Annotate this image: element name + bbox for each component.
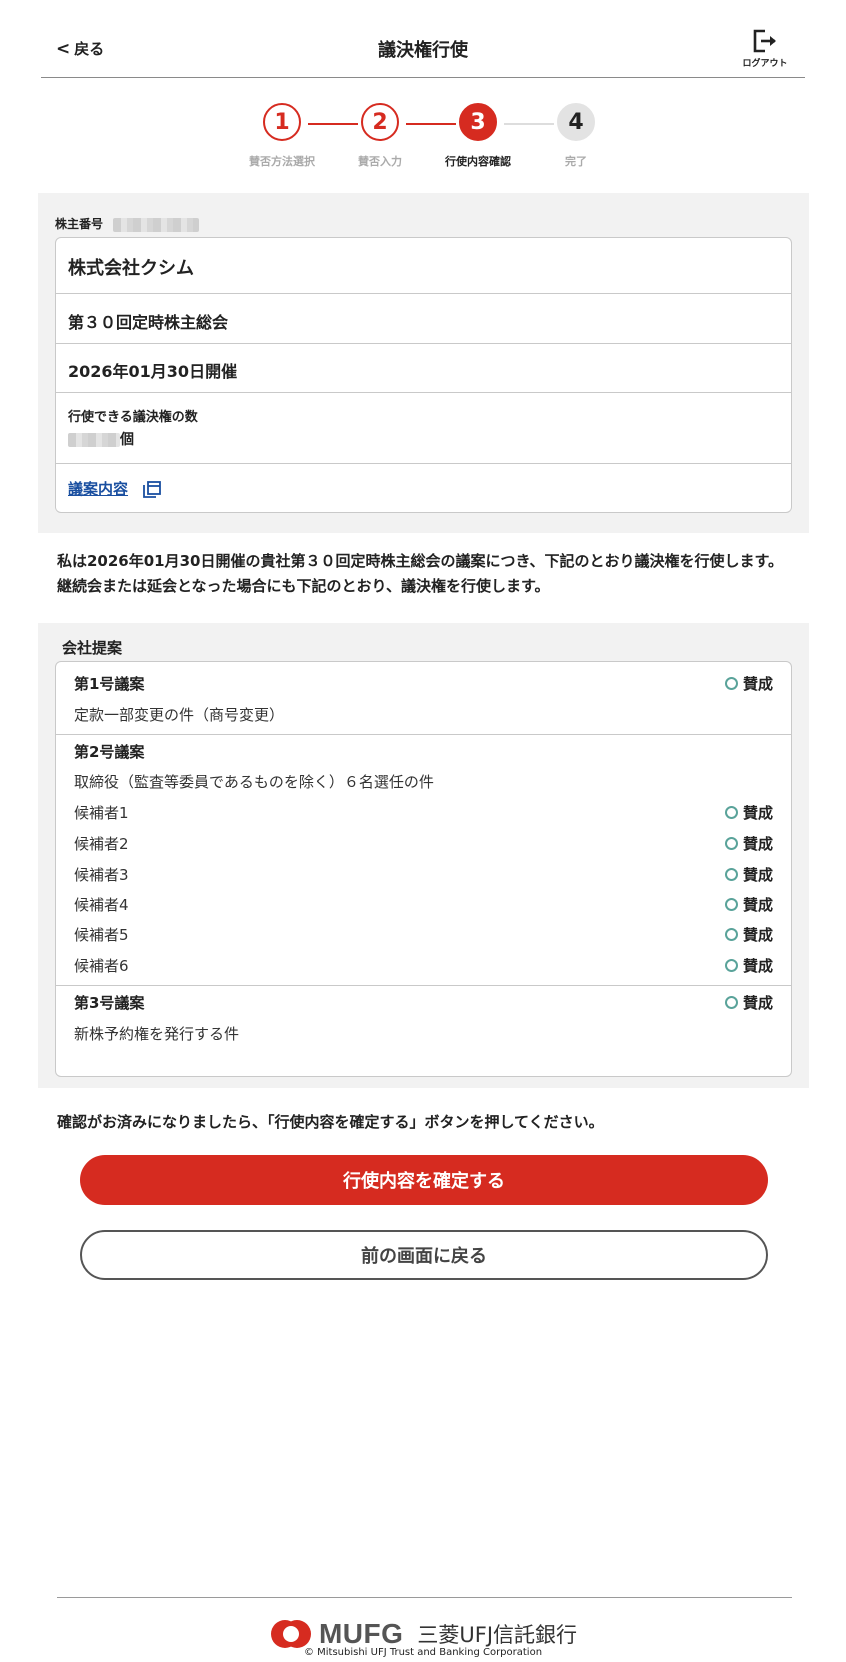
candidate-4-vote[interactable]: 賛成 (724, 894, 773, 915)
proposal-3-title: 第3号議案 (74, 994, 145, 1012)
meeting-info-card: 株式会社クシム 第３０回定時株主総会 2026年01月30日開催 行使できる議決… (55, 237, 792, 513)
votes-unit: 個 (120, 432, 134, 448)
logout-button[interactable]: ログアウト (737, 28, 793, 69)
vote-label: 賛成 (742, 866, 773, 884)
vote-label: 賛成 (742, 835, 773, 853)
page-title: 議決権行使 (378, 40, 468, 61)
votes-count: 個 (68, 429, 134, 449)
step-4-label: 完了 (565, 155, 587, 168)
step-connector (406, 123, 456, 125)
logout-icon (753, 29, 776, 53)
proposal-1-title: 第1号議案 (74, 675, 145, 693)
vote-label: 賛成 (742, 994, 773, 1012)
proposal-heading: 会社提案 (62, 639, 123, 657)
company-name: 株式会社クシム (68, 258, 194, 279)
back-button[interactable]: 前の画面に戻る (80, 1230, 768, 1280)
radio-icon (724, 928, 738, 941)
candidate-5-vote[interactable]: 賛成 (724, 924, 773, 945)
proposal-2-desc: 取締役（監査等委員であるものを除く）６名選任の件 (74, 773, 434, 791)
proposal-link-row: 議案内容 (56, 464, 791, 512)
candidate-6-vote[interactable]: 賛成 (724, 955, 773, 976)
shareholder-number-label: 株主番号 (55, 217, 104, 231)
confirm-vote-button[interactable]: 行使内容を確定する (80, 1155, 768, 1205)
candidate-1-label: 候補者1 (74, 804, 129, 822)
shareholder-number: 株主番号 (55, 215, 200, 232)
votes-count-masked (68, 433, 120, 447)
logout-label: ログアウト (742, 59, 788, 69)
step-1-circle: 1 (263, 103, 301, 141)
bank-name: 三菱UFJ信託銀行 (417, 1623, 578, 1647)
step-2-label: 賛否入力 (358, 155, 402, 168)
step-3-label: 行使内容確認 (445, 155, 511, 168)
external-window-icon (143, 480, 161, 498)
radio-icon (724, 898, 738, 911)
statement-text: 私は2026年01月30日開催の貴社第３０回定時株主総会の議案につき、下記のとお… (57, 552, 783, 595)
step-1-label: 賛否方法選択 (249, 155, 315, 168)
shareholder-number-masked (113, 217, 200, 232)
divider (56, 985, 791, 986)
vote-label: 賛成 (742, 896, 773, 914)
footer-logo: MUFG 三菱UFJ信託銀行 (0, 1618, 846, 1650)
vote-label: 賛成 (742, 804, 773, 822)
proposal-3-desc: 新株予約権を発行する件 (74, 1025, 240, 1043)
candidate-1-vote[interactable]: 賛成 (724, 802, 773, 823)
candidate-3-vote[interactable]: 賛成 (724, 864, 773, 885)
votes-row: 行使できる議決権の数 個 (56, 393, 791, 464)
copyright: © Mitsubishi UFJ Trust and Banking Corpo… (303, 1647, 543, 1658)
candidate-2-vote[interactable]: 賛成 (724, 833, 773, 854)
company-row: 株式会社クシム (56, 238, 791, 294)
date-row: 2026年01月30日開催 (56, 344, 791, 393)
confirm-instruction: 確認がお済みになりましたら、「行使内容を確定する」ボタンを押してください。 (57, 1113, 604, 1131)
proposal-2-title: 第2号議案 (74, 743, 145, 761)
divider (56, 734, 791, 735)
radio-icon (724, 806, 738, 819)
step-connector (504, 123, 554, 125)
proposal-content-link-label: 議案内容 (68, 480, 129, 498)
vote-label: 賛成 (742, 675, 773, 693)
radio-icon (724, 868, 738, 881)
proposal-1-vote[interactable]: 賛成 (724, 673, 773, 694)
footer-divider (57, 1597, 792, 1598)
radio-icon (724, 837, 738, 850)
mufg-logo-icon (270, 1620, 311, 1648)
mufg-logo-text: MUFG (318, 1618, 404, 1649)
meeting-name: 第３０回定時株主総会 (68, 313, 229, 332)
radio-icon (724, 959, 738, 972)
header-bar: < 戻る 議決権行使 ログアウト (41, 0, 805, 78)
proposal-1-desc: 定款一部変更の件（商号変更） (74, 706, 285, 724)
vote-label: 賛成 (742, 926, 773, 944)
proposal-content-link[interactable]: 議案内容 (68, 478, 162, 499)
radio-icon (724, 677, 738, 690)
step-4-circle: 4 (557, 103, 595, 141)
step-3-circle: 3 (459, 103, 497, 141)
vote-label: 賛成 (742, 957, 773, 975)
proposal-3-vote[interactable]: 賛成 (724, 992, 773, 1013)
step-2-circle: 2 (361, 103, 399, 141)
votes-label: 行使できる議決権の数 (68, 410, 198, 425)
candidate-5-label: 候補者5 (74, 926, 129, 944)
proposal-card: 第1号議案 賛成 定款一部変更の件（商号変更） 第2号議案 取締役（監査等委員で… (55, 661, 792, 1077)
meeting-row: 第３０回定時株主総会 (56, 294, 791, 344)
candidate-3-label: 候補者3 (74, 866, 129, 884)
step-connector (308, 123, 358, 125)
radio-icon (724, 996, 738, 1009)
candidate-2-label: 候補者2 (74, 835, 129, 853)
candidate-6-label: 候補者6 (74, 957, 129, 975)
candidate-4-label: 候補者4 (74, 896, 129, 914)
meeting-date: 2026年01月30日開催 (68, 362, 238, 381)
